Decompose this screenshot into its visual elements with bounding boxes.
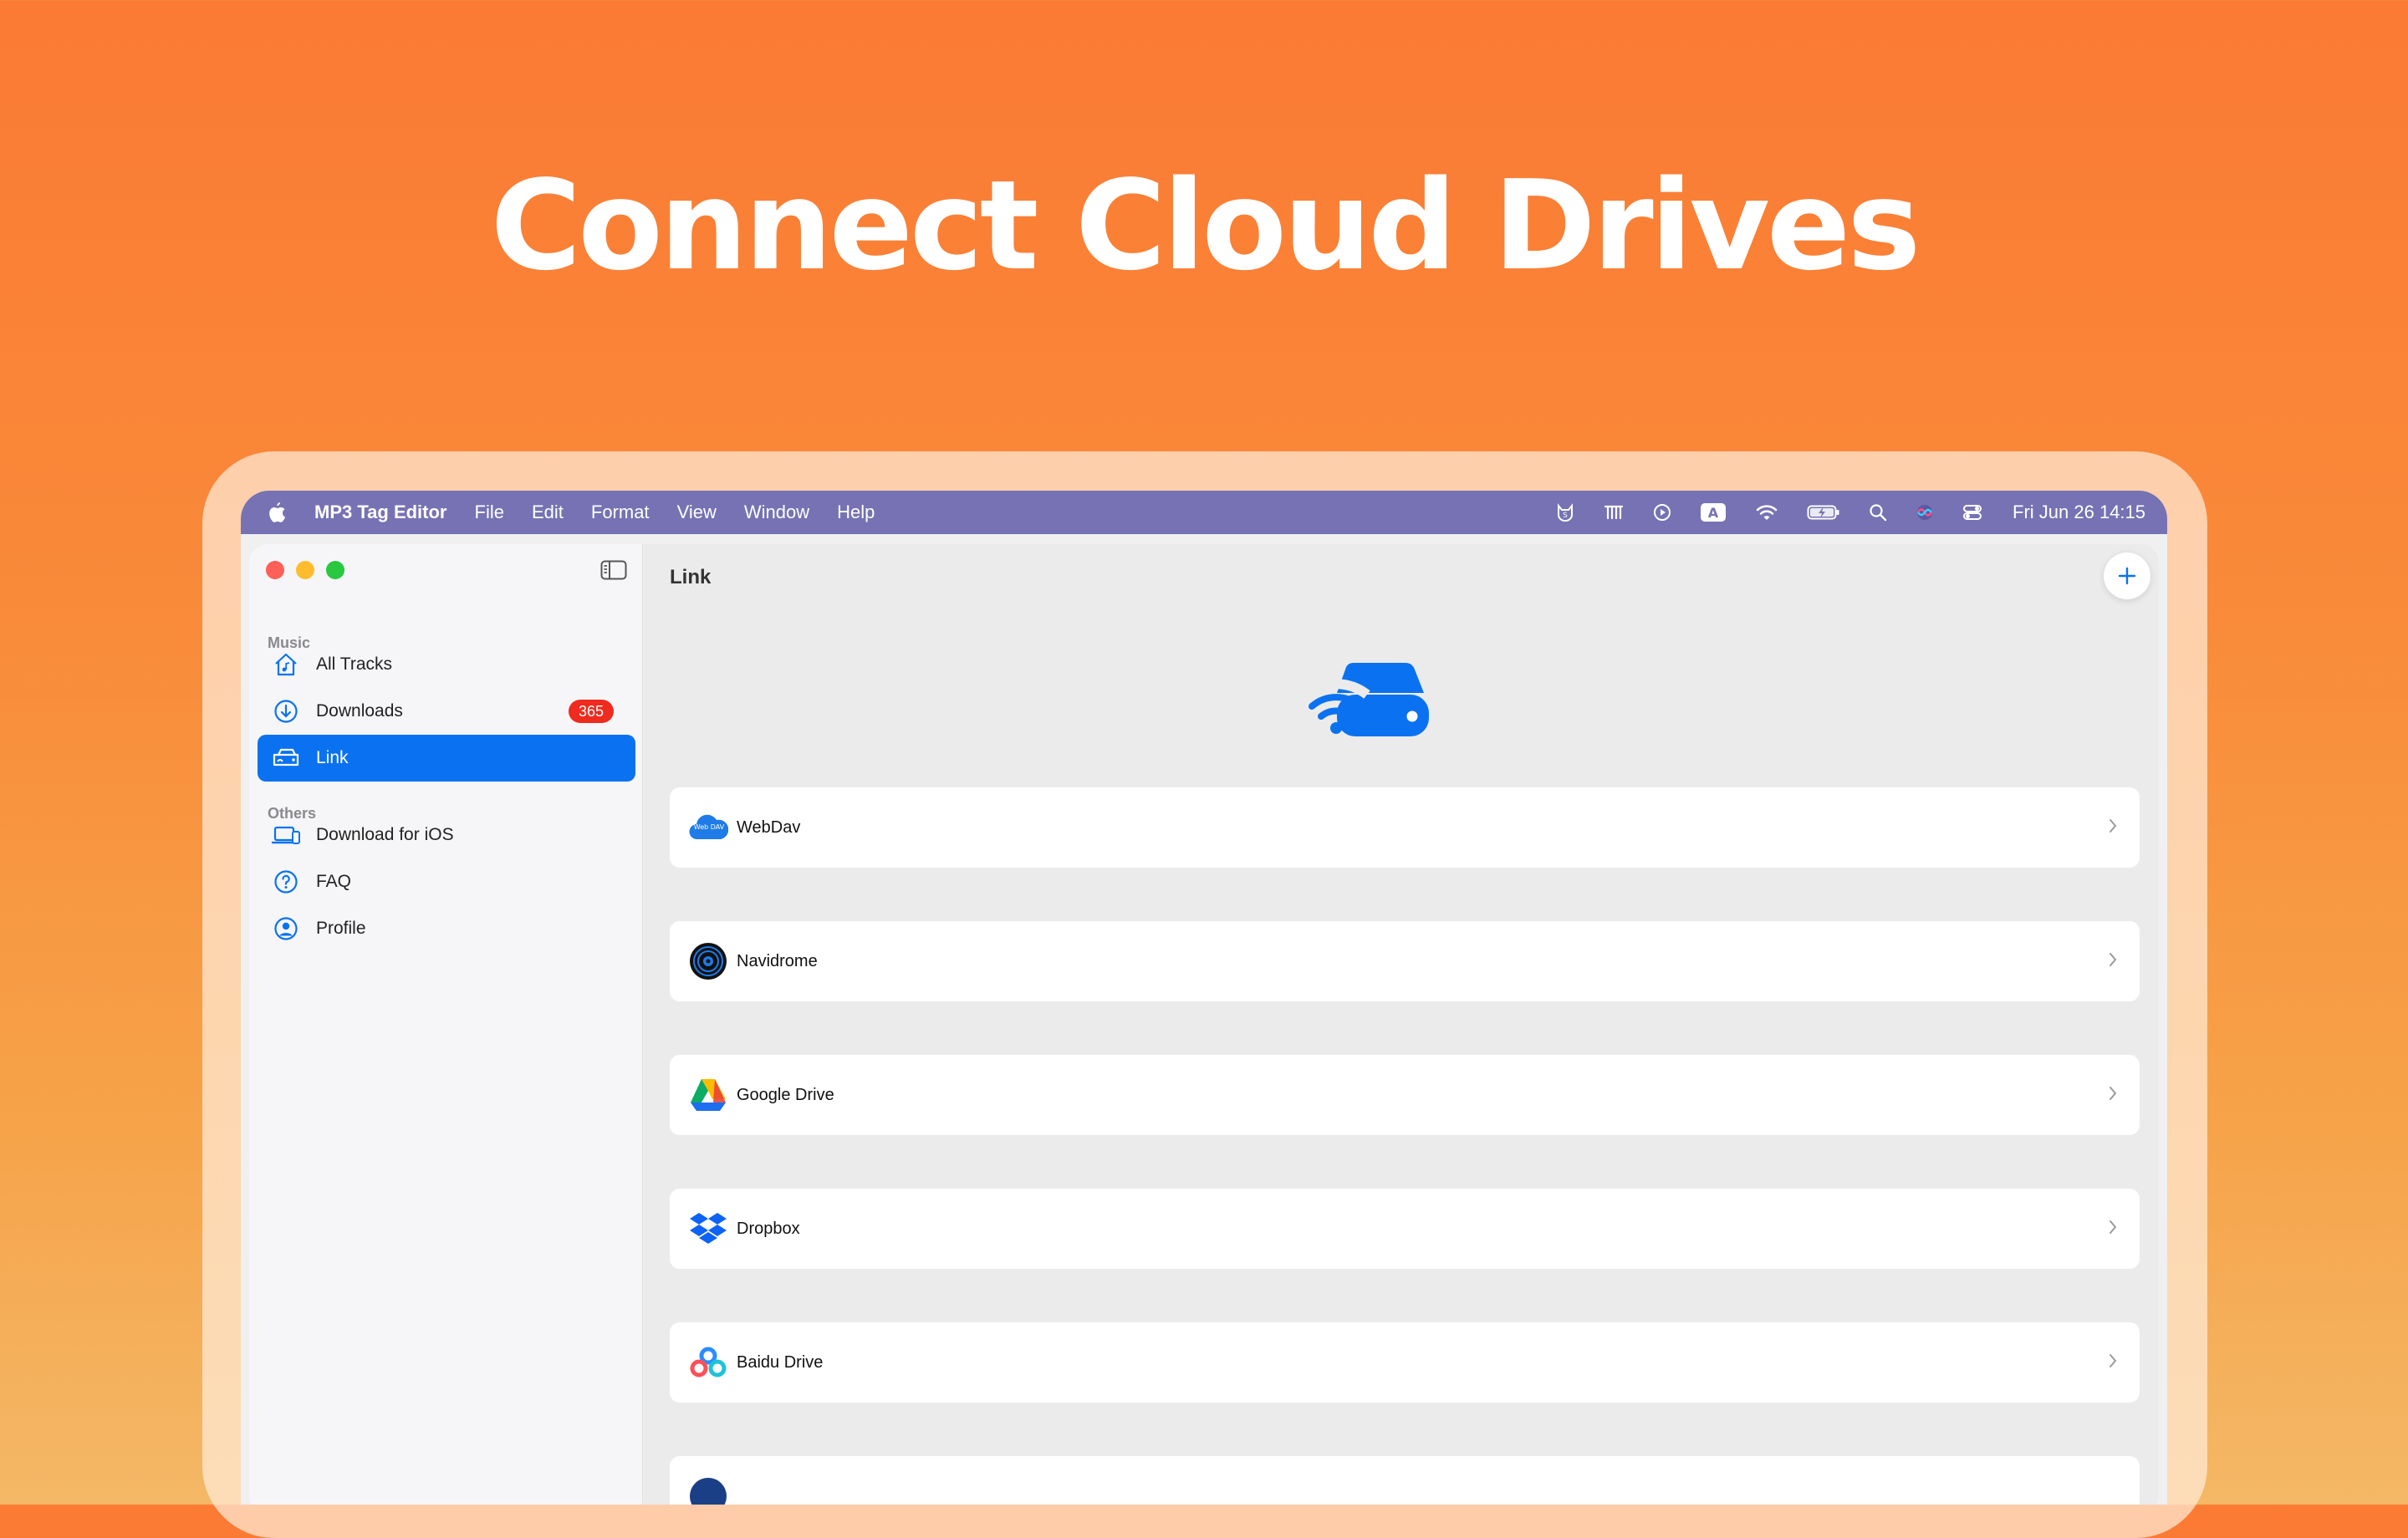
- search-icon[interactable]: [1869, 503, 1887, 522]
- sidebar: Music All Tracks Downloads 365 Link Othe…: [249, 544, 643, 1505]
- siri-icon[interactable]: [1916, 503, 1934, 522]
- cat-icon[interactable]: S: [1556, 503, 1574, 522]
- webdav-logo-text: Web DAV: [694, 823, 725, 831]
- question-circle-icon: [271, 867, 301, 897]
- chevron-right-icon: [2108, 1352, 2118, 1374]
- service-label: WebDav: [737, 817, 801, 837]
- dropbox-icon: [688, 1209, 728, 1249]
- laptop-phone-icon: [271, 820, 301, 850]
- sidebar-item-label: Link: [316, 748, 349, 767]
- plus-icon: [2118, 567, 2136, 585]
- zoom-window-button[interactable]: [326, 561, 344, 579]
- download-circle-icon: [271, 696, 301, 726]
- apple-menu-icon[interactable]: [266, 501, 288, 524]
- input-source-icon[interactable]: A: [1700, 502, 1727, 522]
- chevron-right-icon: [2108, 1219, 2118, 1240]
- service-row-navidrome[interactable]: Navidrome: [670, 921, 2140, 1001]
- chevron-right-icon: [2108, 951, 2118, 973]
- chevron-right-icon: [2108, 1085, 2118, 1107]
- sidebar-item-faq[interactable]: FAQ: [258, 858, 635, 905]
- home-music-icon: [271, 649, 301, 680]
- person-circle-icon: [271, 914, 301, 944]
- service-label: Google Drive: [737, 1085, 834, 1104]
- sidebar-item-profile[interactable]: Profile: [258, 905, 635, 952]
- menu-help[interactable]: Help: [837, 502, 875, 523]
- wifi-icon[interactable]: [1755, 503, 1778, 522]
- sidebar-item-link[interactable]: Link: [258, 735, 635, 782]
- input-source-label: A: [1708, 505, 1719, 521]
- navidrome-icon: [688, 941, 728, 981]
- battery-icon[interactable]: [1807, 503, 1840, 522]
- sidebar-item-download-ios[interactable]: Download for iOS: [258, 812, 635, 858]
- service-logo-icon: [688, 1476, 728, 1505]
- close-window-button[interactable]: [266, 561, 284, 579]
- sidebar-item-label: Profile: [316, 919, 366, 938]
- chevron-right-icon: [2108, 817, 2118, 839]
- menu-file[interactable]: File: [475, 502, 504, 523]
- sidebar-item-label: FAQ: [316, 872, 352, 891]
- sidebar-item-downloads[interactable]: Downloads 365: [258, 688, 635, 735]
- sidebar-toggle-icon[interactable]: [600, 559, 627, 585]
- service-label: Baidu Drive: [737, 1352, 824, 1372]
- service-row-baidu-drive[interactable]: Baidu Drive: [670, 1322, 2140, 1403]
- service-row-dropbox[interactable]: Dropbox: [670, 1189, 2140, 1269]
- service-label: Dropbox: [737, 1219, 800, 1238]
- control-center-icon[interactable]: [1962, 503, 1982, 522]
- menu-edit[interactable]: Edit: [532, 502, 564, 523]
- google-drive-icon: [688, 1075, 728, 1115]
- play-icon[interactable]: [1653, 503, 1671, 522]
- sidebar-item-label: Download for iOS: [316, 825, 454, 844]
- menu-app-name[interactable]: MP3 Tag Editor: [314, 502, 447, 523]
- menu-window[interactable]: Window: [744, 502, 809, 523]
- add-connection-button[interactable]: [2104, 553, 2150, 599]
- webdav-icon: Web DAV: [688, 807, 728, 848]
- menu-view[interactable]: View: [677, 502, 717, 523]
- sidebar-item-all-tracks[interactable]: All Tracks: [258, 641, 635, 688]
- menu-bar: MP3 Tag Editor File Edit Format View Win…: [241, 491, 2167, 534]
- svg-text:S: S: [1563, 512, 1568, 520]
- service-label: Navidrome: [737, 951, 818, 970]
- service-row-google-drive[interactable]: Google Drive: [670, 1055, 2140, 1135]
- sidebar-item-label: All Tracks: [316, 654, 393, 674]
- menu-format[interactable]: Format: [591, 502, 650, 523]
- menubar-clock[interactable]: Fri Jun 26 14:15: [2013, 502, 2145, 523]
- wifi-drive-icon: [1302, 661, 1431, 746]
- headline: Connect Cloud Drives: [490, 154, 1921, 298]
- service-row-partial[interactable]: [670, 1456, 2140, 1505]
- status-area: S A Fri Jun 26 14:15: [1528, 491, 2145, 534]
- mac-screen: MP3 Tag Editor File Edit Format View Win…: [241, 491, 2167, 1505]
- service-row-webdav[interactable]: Web DAV WebDav: [670, 787, 2140, 868]
- drive-link-icon: [271, 743, 301, 773]
- downloads-count-badge: 365: [568, 700, 614, 723]
- app-window: Music All Tracks Downloads 365 Link Othe…: [249, 544, 2159, 1505]
- sidebar-item-label: Downloads: [316, 701, 403, 721]
- window-controls: [266, 561, 356, 579]
- baidu-drive-icon: [688, 1342, 728, 1383]
- shazam-icon[interactable]: [1603, 503, 1625, 522]
- main-content: Link Web DAV WebDav Navidrome Google Dri…: [643, 544, 2159, 1505]
- page-title: Link: [670, 566, 712, 588]
- minimize-window-button[interactable]: [296, 561, 314, 579]
